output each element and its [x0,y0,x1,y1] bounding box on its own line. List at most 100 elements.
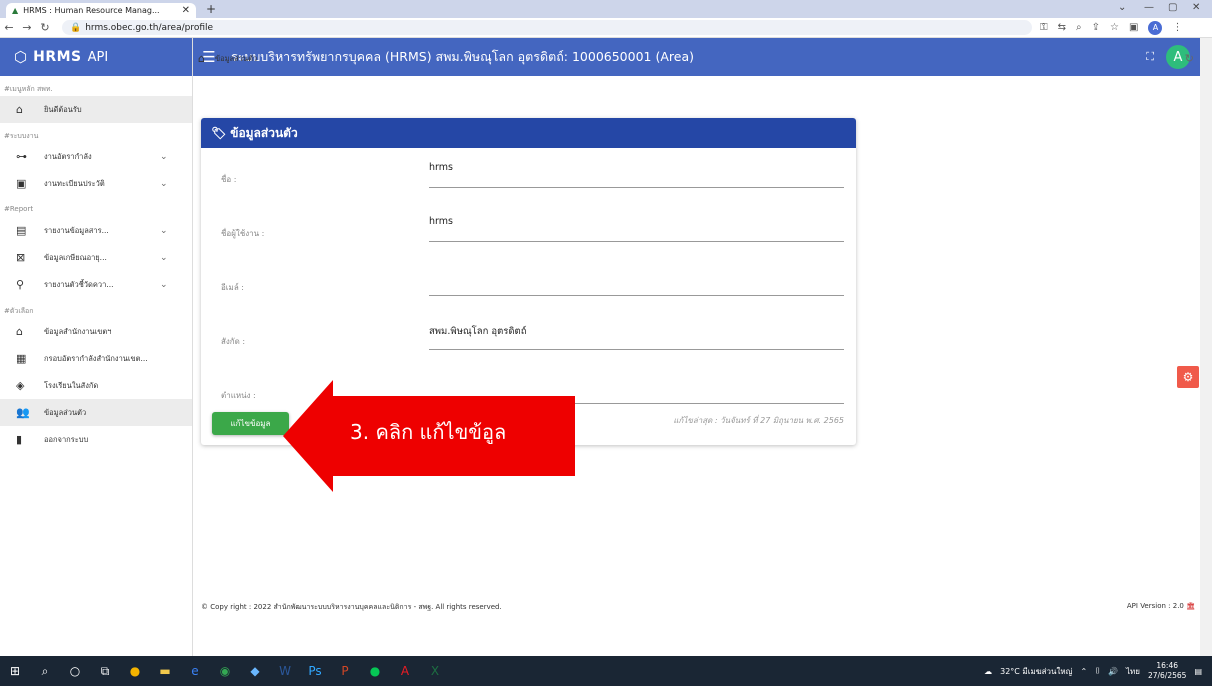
weather-text[interactable]: 32°C มีเมฆส่วนใหญ่ [1000,665,1072,678]
scrollbar[interactable] [1200,38,1212,656]
sidebar-item[interactable]: ◈ โรงเรียนในสังกัด [0,372,192,399]
chevron-down-icon: ⌄ [160,178,168,189]
network-icon[interactable]: ⌷ [1095,666,1100,676]
line-app-icon[interactable]: ● [360,664,390,678]
field-input[interactable] [429,268,844,296]
back-icon[interactable]: ← [0,21,18,34]
clock[interactable]: 16:46 27/6/2565 [1148,661,1186,681]
sidebar: ⬡ HRMS API #เมนูหลัก สพท. ⌂ ยินดีต้อนรับ #ร… [0,38,193,656]
sidebar-item-label: ยินดีต้อนรับ [44,104,82,114]
institution-icon: 🏛 [1186,602,1195,610]
tray-chevron-icon[interactable]: ⌃ [1081,667,1088,676]
field-label: อีเมล์ : [221,283,244,292]
api-version: API Version : 2.0 🏛 [1127,602,1195,610]
sidebar-item[interactable]: ⊶ งานอัตรากำลัง ⌄ [0,143,192,170]
zoom-icon[interactable]: ⌕ [1076,22,1082,33]
key-icon[interactable]: ⚿ [1040,22,1048,33]
lock-icon: 🔒 [70,22,82,33]
forward-icon[interactable]: → [18,21,36,34]
briefcase-icon: ▦ [16,352,27,365]
url-text: hrms.obec.go.th/area/profile [85,22,214,33]
sidebar-item[interactable]: ⌂ ข้อมูลสำนักงานเขตฯ [0,318,192,345]
chevron-down-icon: ⌄ [160,225,168,236]
browser-tab-strip: ▲ HRMS : Human Resource Manag... ✕ + ⌄ —… [0,0,1212,18]
sidebar-item-label: ออกจากระบบ [44,434,89,444]
field-label: ตำแหน่ง : [221,391,256,400]
office-icon: ⌂ [16,325,23,338]
photoshop-app-icon[interactable]: Ps [300,664,330,678]
tab-close-icon[interactable]: ✕ [182,5,190,16]
org-chart-icon: ⊶ [16,150,27,163]
sidebar-item[interactable]: ⊠ ข้อมูลเกษียณอายุ... ⌄ [0,244,192,271]
translate-icon[interactable]: ⇆ [1058,22,1066,33]
field-input[interactable]: hrms [429,160,844,188]
home-icon[interactable]: ⌂ [198,52,205,65]
edit-profile-button[interactable]: แก้ไขข้อมูล [212,412,289,435]
sidebar-item[interactable]: ▣ งานทะเบียนประวัติ ⌄ [0,170,192,197]
tab-title: HRMS : Human Resource Manag... [23,6,160,15]
language-indicator[interactable]: ไทย [1126,665,1140,678]
reload-icon[interactable]: ↻ [36,21,54,34]
sidebar-item[interactable]: ⚲ รายงานตัวชี้วัดควา... ⌄ [0,271,192,298]
url-field[interactable]: 🔒 hrms.obec.go.th/area/profile [62,20,1032,35]
clock-time: 16:46 [1156,661,1179,670]
file-explorer-icon[interactable]: ▬ [150,664,180,678]
card-title: ข้อมูลส่วนตัว [230,125,298,140]
tag-icon: 🏷 [211,126,227,140]
sidebar-section-title: #Report [4,205,34,213]
app-icon[interactable]: ◆ [240,664,270,678]
chrome-app-icon[interactable]: ● [120,664,150,678]
new-tab-icon[interactable]: + [206,2,216,16]
task-view-icon[interactable]: ⧉ [90,664,120,679]
sidebar-item-label: งานอัตรากำลัง [44,151,92,161]
windows-start-icon[interactable]: ⊞ [0,664,30,678]
address-bar: ← → ↻ 🔒 hrms.obec.go.th/area/profile ⚿ ⇆… [0,18,1212,38]
clock-date: 27/6/2565 [1147,671,1187,680]
profile-avatar[interactable]: A [1148,20,1163,35]
field-input[interactable]: hrms [429,214,844,242]
chrome-active-app-icon[interactable]: ◉ [210,664,240,678]
favicon-icon: ▲ [12,6,19,15]
menu-dots-icon[interactable]: ⋮ [1172,22,1182,33]
powerpoint-app-icon[interactable]: P [330,664,360,678]
minimize-icon[interactable]: — [1144,2,1154,13]
share-icon[interactable]: ⇪ [1092,22,1100,33]
volume-icon[interactable]: 🔊 [1108,667,1118,676]
user-profile-icon: 👥 [16,406,30,419]
chevron-down-icon: ⌄ [160,252,168,263]
side-panel-icon[interactable]: ▣ [1129,22,1138,33]
sidebar-logo[interactable]: ⬡ HRMS API [0,38,192,76]
breadcrumb: ⌂ ข้อมูลส่วนตัว ↻ [198,52,1198,65]
notification-icon[interactable]: ▤ [1194,667,1202,676]
sidebar-item-label: รายงานข้อมูลสาร... [44,225,109,235]
last-edited-text: แก้ไขล่าสุด : วันจันทร์ ที่ 27 มิถุนายน … [673,416,844,425]
close-window-icon[interactable]: ✕ [1192,2,1200,13]
field-label: สังกัด : [221,337,246,346]
chevron-down-icon: ⌄ [160,279,168,290]
tab-search-icon[interactable]: ⌄ [1118,2,1126,13]
chevron-down-icon: ⌄ [160,151,168,162]
acrobat-app-icon[interactable]: A [390,664,420,678]
refresh-icon[interactable]: ↻ [1185,52,1194,65]
settings-gear-icon[interactable]: ⚙ [1177,366,1199,388]
sidebar-item[interactable]: ▤ รายงานข้อมูลสาร... ⌄ [0,217,192,244]
sidebar-item[interactable]: ▦ กรอบอัตรากำลังสำนักงานเขต... [0,345,192,372]
sidebar-item-label: กรอบอัตรากำลังสำนักงานเขต... [44,353,148,363]
search-icon[interactable]: ⌕ [30,664,60,679]
excel-app-icon[interactable]: X [420,664,450,678]
browser-tab[interactable]: ▲ HRMS : Human Resource Manag... ✕ [6,3,196,18]
sidebar-item[interactable]: ▮ ออกจากระบบ [0,426,192,453]
field-label: ชื่อ : [221,175,237,184]
edge-app-icon[interactable]: e [180,664,210,678]
footer: © Copy right : 2022 สำนักพัฒนาระบบบริหาร… [201,602,1195,613]
field-input[interactable]: สพม.พิษณุโลก อุตรดิตถ์ [429,322,844,350]
field-label: ชื่อผู้ใช้งาน : [221,229,265,238]
maximize-icon[interactable]: ▢ [1168,2,1177,13]
form-row: อีเมล์ : [221,268,844,296]
annotation-text: 3. คลิก แก้ไขข้อูล [350,420,507,444]
sidebar-item[interactable]: 👥 ข้อมูลส่วนตัว [0,399,192,426]
sidebar-item[interactable]: ⌂ ยินดีต้อนรับ [0,96,192,123]
cortana-icon[interactable]: ○ [60,664,90,678]
word-app-icon[interactable]: W [270,664,300,678]
bookmark-star-icon[interactable]: ☆ [1110,22,1119,33]
